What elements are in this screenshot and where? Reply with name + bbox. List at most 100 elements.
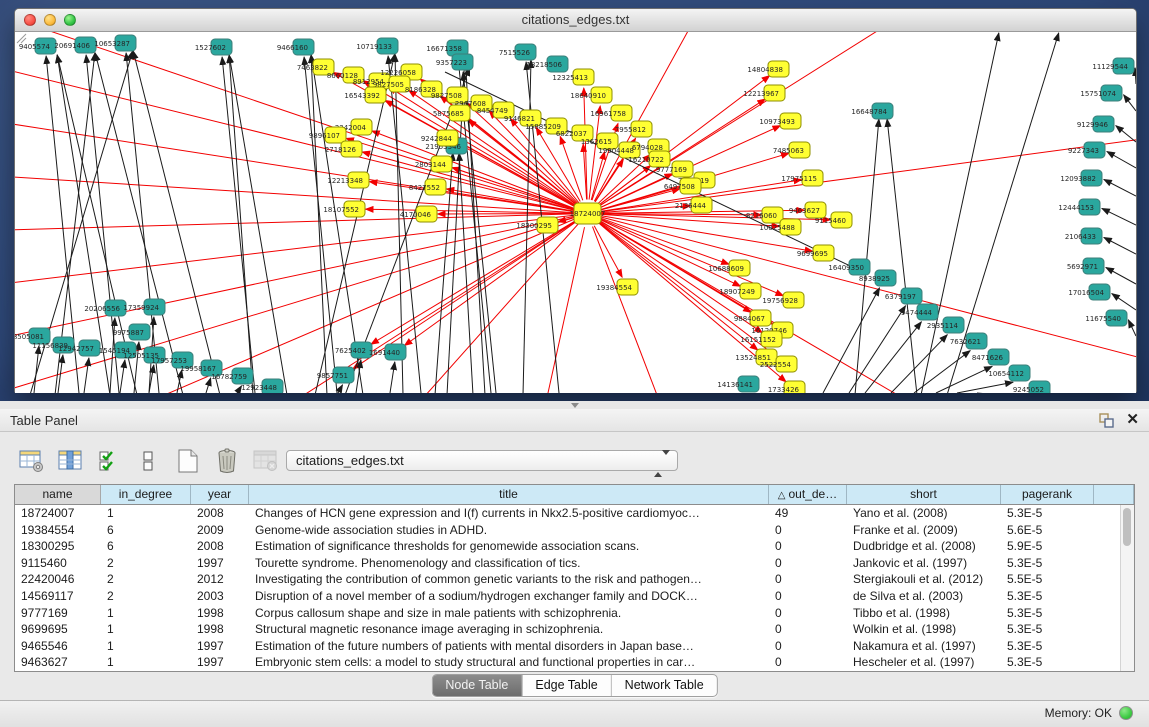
- graph-node-label: 9357223: [436, 59, 467, 67]
- network-canvas[interactable]: 9405574206914061065328715276029466160107…: [15, 32, 1136, 393]
- table-cell: 1997: [191, 555, 249, 572]
- table-row[interactable]: 946554611997Estimation of the future num…: [15, 638, 1134, 655]
- divider-collapse-arrow-icon[interactable]: [571, 403, 579, 408]
- graph-edge: [887, 119, 917, 393]
- table-cell: 9699695: [15, 621, 101, 638]
- table-cell: 19384554: [15, 522, 101, 539]
- column-header[interactable]: title: [249, 485, 769, 504]
- network-window-titlebar[interactable]: citations_edges.txt: [15, 9, 1136, 32]
- graph-edge: [84, 358, 89, 393]
- window-resize-grip[interactable]: [15, 32, 27, 44]
- table-cell: 9463627: [15, 654, 101, 671]
- table-row[interactable]: 1872400712008Changes of HCN gene express…: [15, 505, 1134, 522]
- table-cell: 0: [769, 588, 847, 605]
- row-height-button[interactable]: [135, 447, 163, 475]
- graph-edge: [390, 362, 395, 393]
- graph-node-label: 12942757: [58, 345, 94, 353]
- table-row[interactable]: 1456911722003Disruption of a novel membe…: [15, 588, 1134, 605]
- column-header[interactable]: year: [191, 485, 249, 504]
- graph-node-label: 16782759: [211, 373, 247, 381]
- graph-node-label: 6379197: [885, 293, 916, 301]
- table-cell: 1997: [191, 638, 249, 655]
- graph-node-label: 16543392: [344, 92, 380, 100]
- column-header[interactable]: name: [15, 485, 101, 504]
- graph-node-label: 9896107: [309, 132, 340, 140]
- table-cell: 2: [101, 588, 191, 605]
- graph-node-label: 1691440: [369, 349, 400, 357]
- graph-edge: [215, 221, 576, 393]
- table-row[interactable]: 1830029562008Estimation of significance …: [15, 538, 1134, 555]
- table-cell: 0: [769, 605, 847, 622]
- float-panel-icon[interactable]: [1099, 413, 1114, 428]
- network-graph[interactable]: 9405574206914061065328715276029466160107…: [15, 32, 1136, 393]
- selection-mode-button[interactable]: [96, 447, 124, 475]
- table-cell: Changes of HCN gene expression and I(f) …: [249, 505, 769, 522]
- graph-edge: [120, 360, 125, 393]
- table-cell: Franke et al. (2009): [847, 522, 1001, 539]
- table-cell: 5.3E-5: [1001, 605, 1094, 622]
- graph-node-label: 16648784: [851, 108, 887, 116]
- table-row[interactable]: 969969511998Structural magnetic resonanc…: [15, 621, 1134, 638]
- table-cell: 18300295: [15, 538, 101, 555]
- graph-node-label: 10719133: [356, 43, 392, 51]
- graph-node-label: 1527602: [195, 44, 226, 52]
- table-cell: 9115460: [15, 555, 101, 572]
- table-options-button[interactable]: [18, 447, 46, 475]
- table-body: 1872400712008Changes of HCN gene express…: [15, 505, 1134, 671]
- graph-node-label: 10654112: [988, 370, 1024, 378]
- graph-node-label: 15751074: [1080, 90, 1116, 98]
- table-cell: 5.5E-5: [1001, 571, 1094, 588]
- column-header[interactable]: in_degree: [101, 485, 191, 504]
- table-vertical-scrollbar[interactable]: [1120, 505, 1134, 671]
- graph-edge: [1112, 294, 1136, 310]
- tab-network-table[interactable]: Network Table: [612, 675, 717, 696]
- table-cell: 5.3E-5: [1001, 654, 1094, 671]
- graph-node-label: 8454749: [477, 107, 508, 115]
- network-window[interactable]: citations_edges.txt 94055742069140610653…: [14, 8, 1137, 393]
- column-header[interactable]: △out_de…: [769, 485, 847, 504]
- tab-edge-table[interactable]: Edge Table: [522, 675, 611, 696]
- delete-columns-button[interactable]: [213, 447, 241, 475]
- column-header-filler: [1094, 485, 1134, 504]
- table-cell: 5.3E-5: [1001, 505, 1094, 522]
- graph-node-label: 9857751: [317, 372, 348, 380]
- table-cell: 1998: [191, 621, 249, 638]
- column-header[interactable]: short: [847, 485, 1001, 504]
- table-selector-value: citations_edges.txt: [296, 453, 404, 468]
- scrollbar-thumb[interactable]: [1123, 508, 1131, 546]
- graph-edge: [438, 214, 574, 215]
- node-table[interactable]: namein_degreeyeartitle△out_de…shortpager…: [14, 484, 1135, 672]
- table-cell: Structural magnetic resonance image aver…: [249, 621, 769, 638]
- graph-node-label: 18107552: [323, 206, 359, 214]
- table-cell: Investigating the contribution of common…: [249, 571, 769, 588]
- create-column-button[interactable]: [174, 447, 202, 475]
- graph-edge: [1104, 238, 1136, 255]
- delete-table-button[interactable]: [252, 447, 280, 475]
- graph-node-label: 16961758: [590, 110, 626, 118]
- column-header[interactable]: pagerank: [1001, 485, 1094, 504]
- graph-edge: [1107, 152, 1136, 169]
- panel-divider[interactable]: [0, 401, 1149, 409]
- table-row[interactable]: 946362711997Embryonic stem cells: a mode…: [15, 654, 1134, 671]
- graph-node-label: 7955812: [615, 126, 646, 134]
- graph-node-label: 16671358: [426, 45, 462, 53]
- table-row[interactable]: 911546021997Tourette syndrome. Phenomeno…: [15, 555, 1134, 572]
- graph-node-label: 14136141: [717, 381, 753, 389]
- table-row[interactable]: 977716911998Corpus callosum shape and si…: [15, 605, 1134, 622]
- table-cell: 49: [769, 505, 847, 522]
- table-row[interactable]: 1938455462009Genome-wide association stu…: [15, 522, 1134, 539]
- graph-edge: [560, 136, 583, 200]
- graph-node-label: 10653287: [94, 40, 130, 48]
- table-cell: 22420046: [15, 571, 101, 588]
- tab-node-table[interactable]: Node Table: [432, 675, 522, 696]
- graph-node-label: 9242844: [421, 135, 453, 143]
- close-panel-icon[interactable]: ✕: [1126, 412, 1139, 428]
- table-row[interactable]: 2242004622012Investigating the contribut…: [15, 571, 1134, 588]
- memory-status-indicator-icon[interactable]: [1119, 706, 1133, 720]
- graph-node-label: 18907249: [719, 288, 755, 296]
- graph-edge: [823, 288, 880, 393]
- show-columns-button[interactable]: [57, 447, 85, 475]
- graph-node-label: 17957253: [151, 357, 187, 365]
- table-selector-dropdown[interactable]: citations_edges.txt: [286, 450, 678, 471]
- graph-node-label: 2803144: [415, 161, 447, 169]
